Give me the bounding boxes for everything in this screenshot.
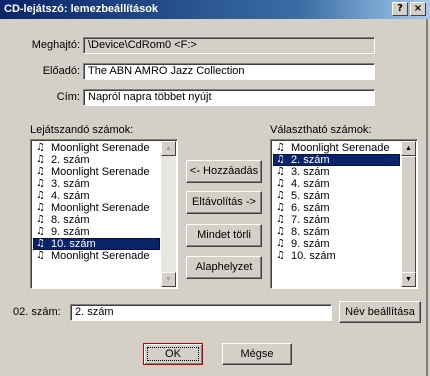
title-label: Cím: — [20, 91, 80, 103]
available-scroll-thumb[interactable] — [401, 156, 416, 273]
playlist-item[interactable]: ♫ 4. szám — [33, 190, 160, 202]
music-note-icon: ♫ — [36, 250, 45, 261]
music-note-icon: ♫ — [36, 154, 45, 165]
available-item-label: Moonlight Serenade — [291, 142, 390, 154]
playlist-item[interactable]: ♫ 3. szám — [33, 178, 160, 190]
available-item[interactable]: ♫ 3. szám — [273, 166, 400, 178]
available-label: Választható számok: — [270, 124, 372, 136]
playlist-items: ♫ Moonlight Serenade ♫ 2. szám ♫ Moonlight Se… — [33, 142, 160, 262]
playlist-item[interactable]: ♫ Moonlight Serenade — [33, 142, 160, 154]
artist-input[interactable]: The ABN AMRO Jazz Collection — [83, 63, 375, 80]
available-item[interactable]: ♫ Moonlight Serenade — [273, 142, 400, 154]
playlist-item-label: Moonlight Serenade — [51, 202, 150, 214]
clear-all-button[interactable]: Mindet törli — [186, 224, 262, 247]
playlist-label: Lejátszandó számok: — [30, 124, 134, 136]
music-note-icon: ♫ — [276, 202, 285, 213]
available-listbox[interactable]: ♫ Moonlight Serenade ♫ 2. szám ♫ 3. szám ♫ 4. s… — [270, 139, 418, 289]
music-note-icon: ♫ — [276, 142, 285, 153]
available-item-label: 9. szám — [291, 238, 330, 250]
music-note-icon: ♫ — [276, 250, 285, 261]
available-item[interactable]: ♫ 10. szám — [273, 250, 400, 262]
playlist-item-label: 8. szám — [51, 214, 90, 226]
music-note-icon: ♫ — [276, 166, 285, 177]
add-button[interactable]: <- Hozzáadás — [186, 160, 262, 183]
available-items: ♫ Moonlight Serenade ♫ 2. szám ♫ 3. szám ♫ 4. s… — [273, 142, 400, 262]
music-note-icon: ♫ — [36, 226, 45, 237]
title-input[interactable]: Napról napra többet nyújt — [83, 89, 375, 106]
available-item[interactable]: ♫ 4. szám — [273, 178, 400, 190]
music-note-icon: ♫ — [276, 226, 285, 237]
available-scroll-up-icon[interactable]: ▲ — [401, 141, 416, 156]
playlist-listbox[interactable]: ♫ Moonlight Serenade ♫ 2. szám ♫ Moonlight Se… — [30, 139, 178, 289]
available-item[interactable]: ♫ 7. szám — [273, 214, 400, 226]
music-note-icon: ♫ — [276, 178, 285, 189]
available-item[interactable]: ♫ 2. szám — [273, 154, 400, 166]
playlist-item-label: 4. szám — [51, 190, 90, 202]
music-note-icon: ♫ — [36, 214, 45, 225]
artist-label: Előadó: — [20, 65, 80, 77]
playlist-item-label: 3. szám — [51, 178, 90, 190]
music-note-icon: ♫ — [36, 166, 45, 177]
available-item[interactable]: ♫ 5. szám — [273, 190, 400, 202]
music-note-icon: ♫ — [276, 238, 285, 249]
playlist-item-label: 10. szám — [51, 238, 96, 250]
music-note-icon: ♫ — [36, 178, 45, 189]
music-note-icon: ♫ — [36, 142, 45, 153]
playlist-item[interactable]: ♫ Moonlight Serenade — [33, 250, 160, 262]
available-item-label: 4. szám — [291, 178, 330, 190]
cancel-button[interactable]: Mégse — [222, 343, 292, 365]
available-item-label: 8. szám — [291, 226, 330, 238]
playlist-item[interactable]: ♫ 10. szám — [33, 238, 160, 250]
window-title: CD-lejátszó: lemezbeállítások — [4, 3, 159, 15]
playlist-item-label: 9. szám — [51, 226, 90, 238]
ok-focus-ring — [147, 347, 199, 361]
playlist-item[interactable]: ♫ 9. szám — [33, 226, 160, 238]
help-button[interactable]: ? — [392, 2, 408, 16]
music-note-icon: ♫ — [276, 190, 285, 201]
playlist-item-label: Moonlight Serenade — [51, 142, 150, 154]
available-item-label: 7. szám — [291, 214, 330, 226]
remove-button[interactable]: Eltávolítás -> — [186, 191, 262, 214]
playlist-item[interactable]: ♫ Moonlight Serenade — [33, 166, 160, 178]
music-note-icon: ♫ — [276, 214, 285, 225]
set-name-button[interactable]: Név beállítása — [339, 301, 421, 323]
available-item-label: 5. szám — [291, 190, 330, 202]
available-item[interactable]: ♫ 8. szám — [273, 226, 400, 238]
playlist-item[interactable]: ♫ 2. szám — [33, 154, 160, 166]
available-item[interactable]: ♫ 6. szám — [273, 202, 400, 214]
available-item-label: 6. szám — [291, 202, 330, 214]
reset-button[interactable]: Alaphelyzet — [186, 256, 262, 279]
track-name-input[interactable]: 2. szám — [70, 304, 332, 321]
available-item[interactable]: ♫ 9. szám — [273, 238, 400, 250]
playlist-scroll-up-icon[interactable]: ▲ — [161, 141, 176, 156]
drive-field: \Device\CdRom0 <F:> — [83, 37, 375, 54]
available-item-label: 10. szám — [291, 250, 336, 262]
playlist-item[interactable]: ♫ Moonlight Serenade — [33, 202, 160, 214]
music-note-icon: ♫ — [276, 154, 285, 165]
playlist-item[interactable]: ♫ 8. szám — [33, 214, 160, 226]
title-bar: CD-lejátszó: lemezbeállítások ? × — [0, 0, 430, 19]
music-note-icon: ♫ — [36, 190, 45, 201]
music-note-icon: ♫ — [36, 202, 45, 213]
playlist-item-label: Moonlight Serenade — [51, 250, 150, 262]
track-name-label: 02. szám: — [13, 306, 61, 318]
title-label-text: Cím: — [56, 91, 80, 103]
close-button[interactable]: × — [410, 2, 426, 16]
artist-label-text: Előadó: — [42, 65, 80, 77]
playlist-item-label: Moonlight Serenade — [51, 166, 150, 178]
available-item-label: 2. szám — [291, 154, 330, 166]
drive-label: Meghajtó: — [31, 39, 80, 51]
playlist-scrollbar[interactable]: ▲ ▼ — [161, 141, 176, 287]
playlist-scroll-down-icon[interactable]: ▼ — [161, 272, 176, 287]
available-item-label: 3. szám — [291, 166, 330, 178]
available-scrollbar[interactable]: ▲ ▼ — [401, 141, 416, 287]
playlist-item-label: 2. szám — [51, 154, 90, 166]
available-scroll-down-icon[interactable]: ▼ — [401, 272, 416, 287]
ok-button[interactable]: OK — [143, 343, 203, 365]
music-note-icon: ♫ — [36, 238, 45, 249]
